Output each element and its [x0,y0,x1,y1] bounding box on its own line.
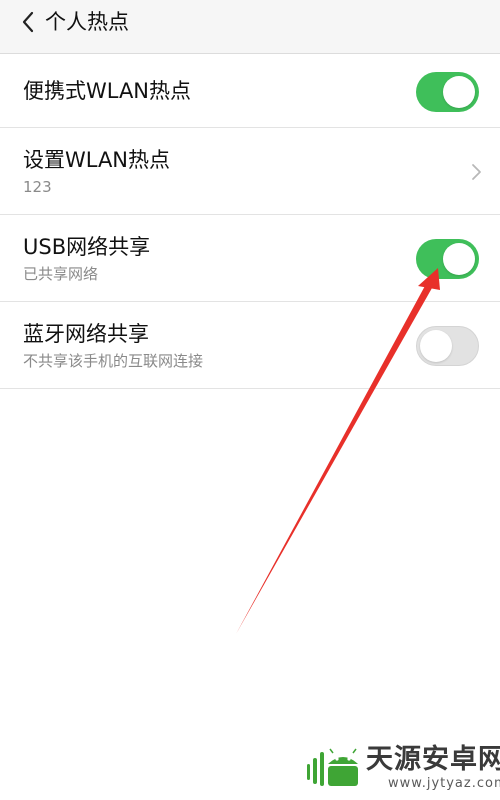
watermark: 天源安卓网 www.jytyaz.com [306,744,500,796]
chevron-left-icon [22,11,34,33]
row-title: 蓝牙网络共享 [23,322,149,346]
toggle-knob [420,330,452,362]
chevron-right-icon [472,164,481,180]
header-bar: 个人热点 [0,0,500,54]
row-title: 便携式WLAN热点 [23,79,192,103]
back-button[interactable] [14,6,42,38]
row-configure-wlan-hotspot[interactable]: 设置WLAN热点 123 [0,128,500,215]
screen: 个人热点 便携式WLAN热点 设置WLAN热点 123 USB网络共享 已共享网… [0,0,500,800]
row-title: 设置WLAN热点 [23,148,171,172]
row-subtitle: 123 [23,178,52,196]
portable-wlan-hotspot-toggle[interactable] [416,72,479,112]
page-title: 个人热点 [45,10,129,34]
row-title: USB网络共享 [23,235,151,259]
android-logo-icon [307,748,358,786]
watermark-url: www.jytyaz.com [388,776,500,791]
usb-tethering-toggle[interactable] [416,239,479,279]
row-subtitle: 已共享网络 [23,265,99,283]
toggle-knob [443,243,475,275]
bluetooth-tethering-toggle[interactable] [416,326,479,366]
watermark-brand: 天源安卓网 [366,744,500,775]
row-subtitle: 不共享该手机的互联网连接 [23,352,204,370]
toggle-knob [443,76,475,108]
